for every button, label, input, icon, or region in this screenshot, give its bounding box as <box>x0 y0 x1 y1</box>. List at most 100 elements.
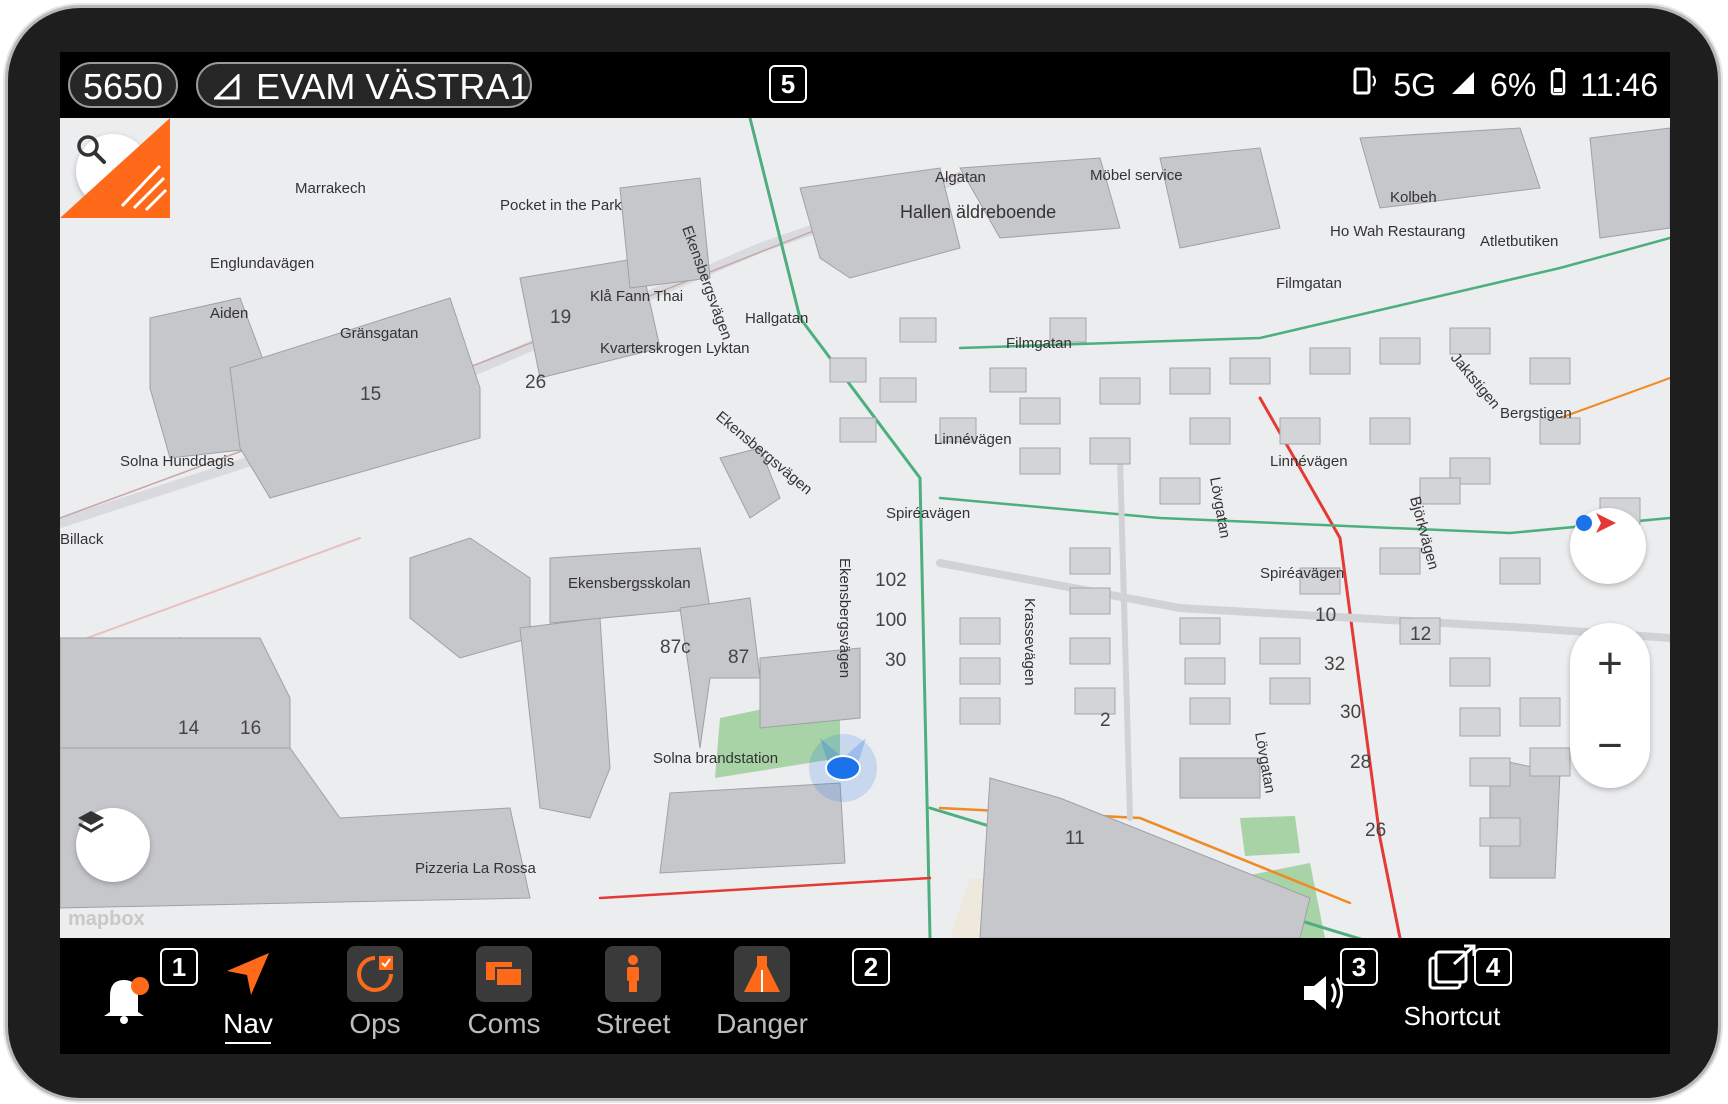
map-label: Kvarterskrogen Lyktan <box>600 340 750 357</box>
map-label: Möbel service <box>1090 167 1183 184</box>
map-label: Aiden <box>210 305 248 322</box>
map-number: 14 <box>178 718 200 739</box>
active-tab-indicator <box>225 1042 271 1044</box>
map-label: Ekensbergsskolan <box>568 575 691 592</box>
road-linnevagen <box>938 496 1670 535</box>
device-screen: 5650 EVAM VÄSTRA1 5 5G 6% 11:46 Solna Hu… <box>60 52 1670 1054</box>
building <box>659 782 846 874</box>
badge-2: 2 <box>852 948 890 986</box>
map-view[interactable]: Solna Hunddagis Ekensbergsskolan Solna b… <box>60 118 1670 938</box>
map-label: Spiréavägen <box>886 505 970 522</box>
map-label: Pocket in the Park <box>500 197 622 214</box>
nav-tab-danger[interactable]: Danger <box>707 946 817 1040</box>
map-number: 10 <box>1315 605 1336 626</box>
park-area <box>1240 816 1300 856</box>
nav-tab-coms[interactable]: Coms <box>449 946 559 1040</box>
badge-5: 5 <box>769 65 807 103</box>
bell-icon <box>104 977 149 1024</box>
zoom-in-button[interactable]: + <box>1570 623 1650 705</box>
map-number: 11 <box>1065 828 1085 849</box>
road-bergstigen <box>1559 377 1670 419</box>
clock: 11:46 <box>1580 66 1658 103</box>
map-label: Linnévägen <box>934 431 1012 448</box>
road <box>598 876 932 900</box>
street-icon <box>605 946 661 1002</box>
map-label: Ekensbergsvägen <box>836 558 853 678</box>
map-label: Hallen äldreboende <box>900 202 1056 222</box>
map-label: Pizzeria La Rossa <box>415 860 537 877</box>
corner-slide-tab[interactable] <box>60 118 170 218</box>
map-number: 32 <box>1324 654 1345 675</box>
badge-4: 4 <box>1474 948 1512 986</box>
map-number: 26 <box>525 372 546 393</box>
building <box>1159 147 1281 249</box>
battery-label: 6% <box>1490 66 1537 103</box>
bottom-navigation: 1 Nav Ops Coms Street Danger 2 3 Shortcu… <box>60 938 1670 1054</box>
map-number: 16 <box>240 718 261 739</box>
map-label: Krassevägen <box>1021 598 1038 686</box>
map-label: Marrakech <box>295 180 366 197</box>
map-number: 28 <box>1350 752 1371 773</box>
map-number: 12 <box>1410 624 1431 645</box>
zoom-out-button[interactable]: − <box>1570 705 1650 787</box>
map-label: Spiréavägen <box>1260 565 1344 582</box>
notifications-button[interactable] <box>100 968 156 1028</box>
building <box>979 777 1311 938</box>
station-pill[interactable]: EVAM VÄSTRA1 <box>196 62 532 108</box>
map-label: Kolbeh <box>1390 189 1437 206</box>
mapbox-attribution[interactable]: mapbox <box>68 908 145 931</box>
map-label: Filmgatan <box>1006 335 1072 352</box>
map-number: 30 <box>885 650 906 671</box>
building <box>1589 127 1670 239</box>
nav-tab-street[interactable]: Street <box>578 946 688 1040</box>
navigation-arrow-icon <box>220 946 276 1002</box>
road-krassevagen <box>1117 455 1133 821</box>
map-label: Billack <box>60 531 104 548</box>
building <box>409 537 531 659</box>
map-number: 87c <box>660 637 691 658</box>
map-number: 30 <box>1340 702 1361 723</box>
building <box>1359 127 1541 209</box>
map-label: Algatan <box>935 169 986 186</box>
map-label: Klå Fann Thai <box>590 288 683 305</box>
phone-icon <box>1353 66 1379 104</box>
station-name: EVAM VÄSTRA1 <box>256 66 530 107</box>
nav-tab-label: Nav <box>223 1008 273 1039</box>
signal-icon <box>214 74 240 100</box>
map-number: 100 <box>875 610 907 631</box>
shortcut-icon <box>1428 944 1476 990</box>
battery-icon <box>1550 66 1566 104</box>
map-label: Gränsgatan <box>340 325 418 342</box>
ops-icon <box>347 946 403 1002</box>
map-label: Hallgatan <box>745 310 808 327</box>
current-location-marker <box>809 734 877 802</box>
compass-button[interactable] <box>1570 508 1646 584</box>
coms-icon <box>476 946 532 1002</box>
layers-button[interactable] <box>76 808 150 882</box>
map-number: 26 <box>1365 820 1386 841</box>
network-label: 5G <box>1393 66 1437 103</box>
danger-icon <box>734 946 790 1002</box>
map-label: Filmgatan <box>1276 275 1342 292</box>
status-bar: 5650 EVAM VÄSTRA1 5 5G 6% 11:46 <box>60 52 1670 118</box>
map-number: 15 <box>360 384 381 405</box>
map-label: Lövgatan <box>1206 476 1233 540</box>
layers-icon <box>78 811 104 833</box>
nav-tab-nav[interactable]: Nav <box>193 946 303 1044</box>
map-label: Englundavägen <box>210 255 314 272</box>
map-number: 87 <box>728 647 749 668</box>
map-label: Bergstigen <box>1500 405 1572 422</box>
nav-tab-label: Ops <box>349 1008 401 1039</box>
unit-number-pill[interactable]: 5650 <box>68 62 178 108</box>
map-canvas: Solna Hunddagis Ekensbergsskolan Solna b… <box>60 118 1670 938</box>
building <box>1179 757 1261 799</box>
nav-tab-label: Street <box>595 1008 671 1039</box>
system-info: 5G 6% 11:46 <box>1353 62 1658 108</box>
shortcut-label: Shortcut <box>1403 1001 1501 1031</box>
road <box>60 537 361 649</box>
signal-strength-icon <box>1450 67 1476 104</box>
building <box>519 617 611 819</box>
map-number: 102 <box>875 570 907 591</box>
nav-tab-label: Danger <box>716 1008 808 1039</box>
nav-tab-ops[interactable]: Ops <box>320 946 430 1040</box>
